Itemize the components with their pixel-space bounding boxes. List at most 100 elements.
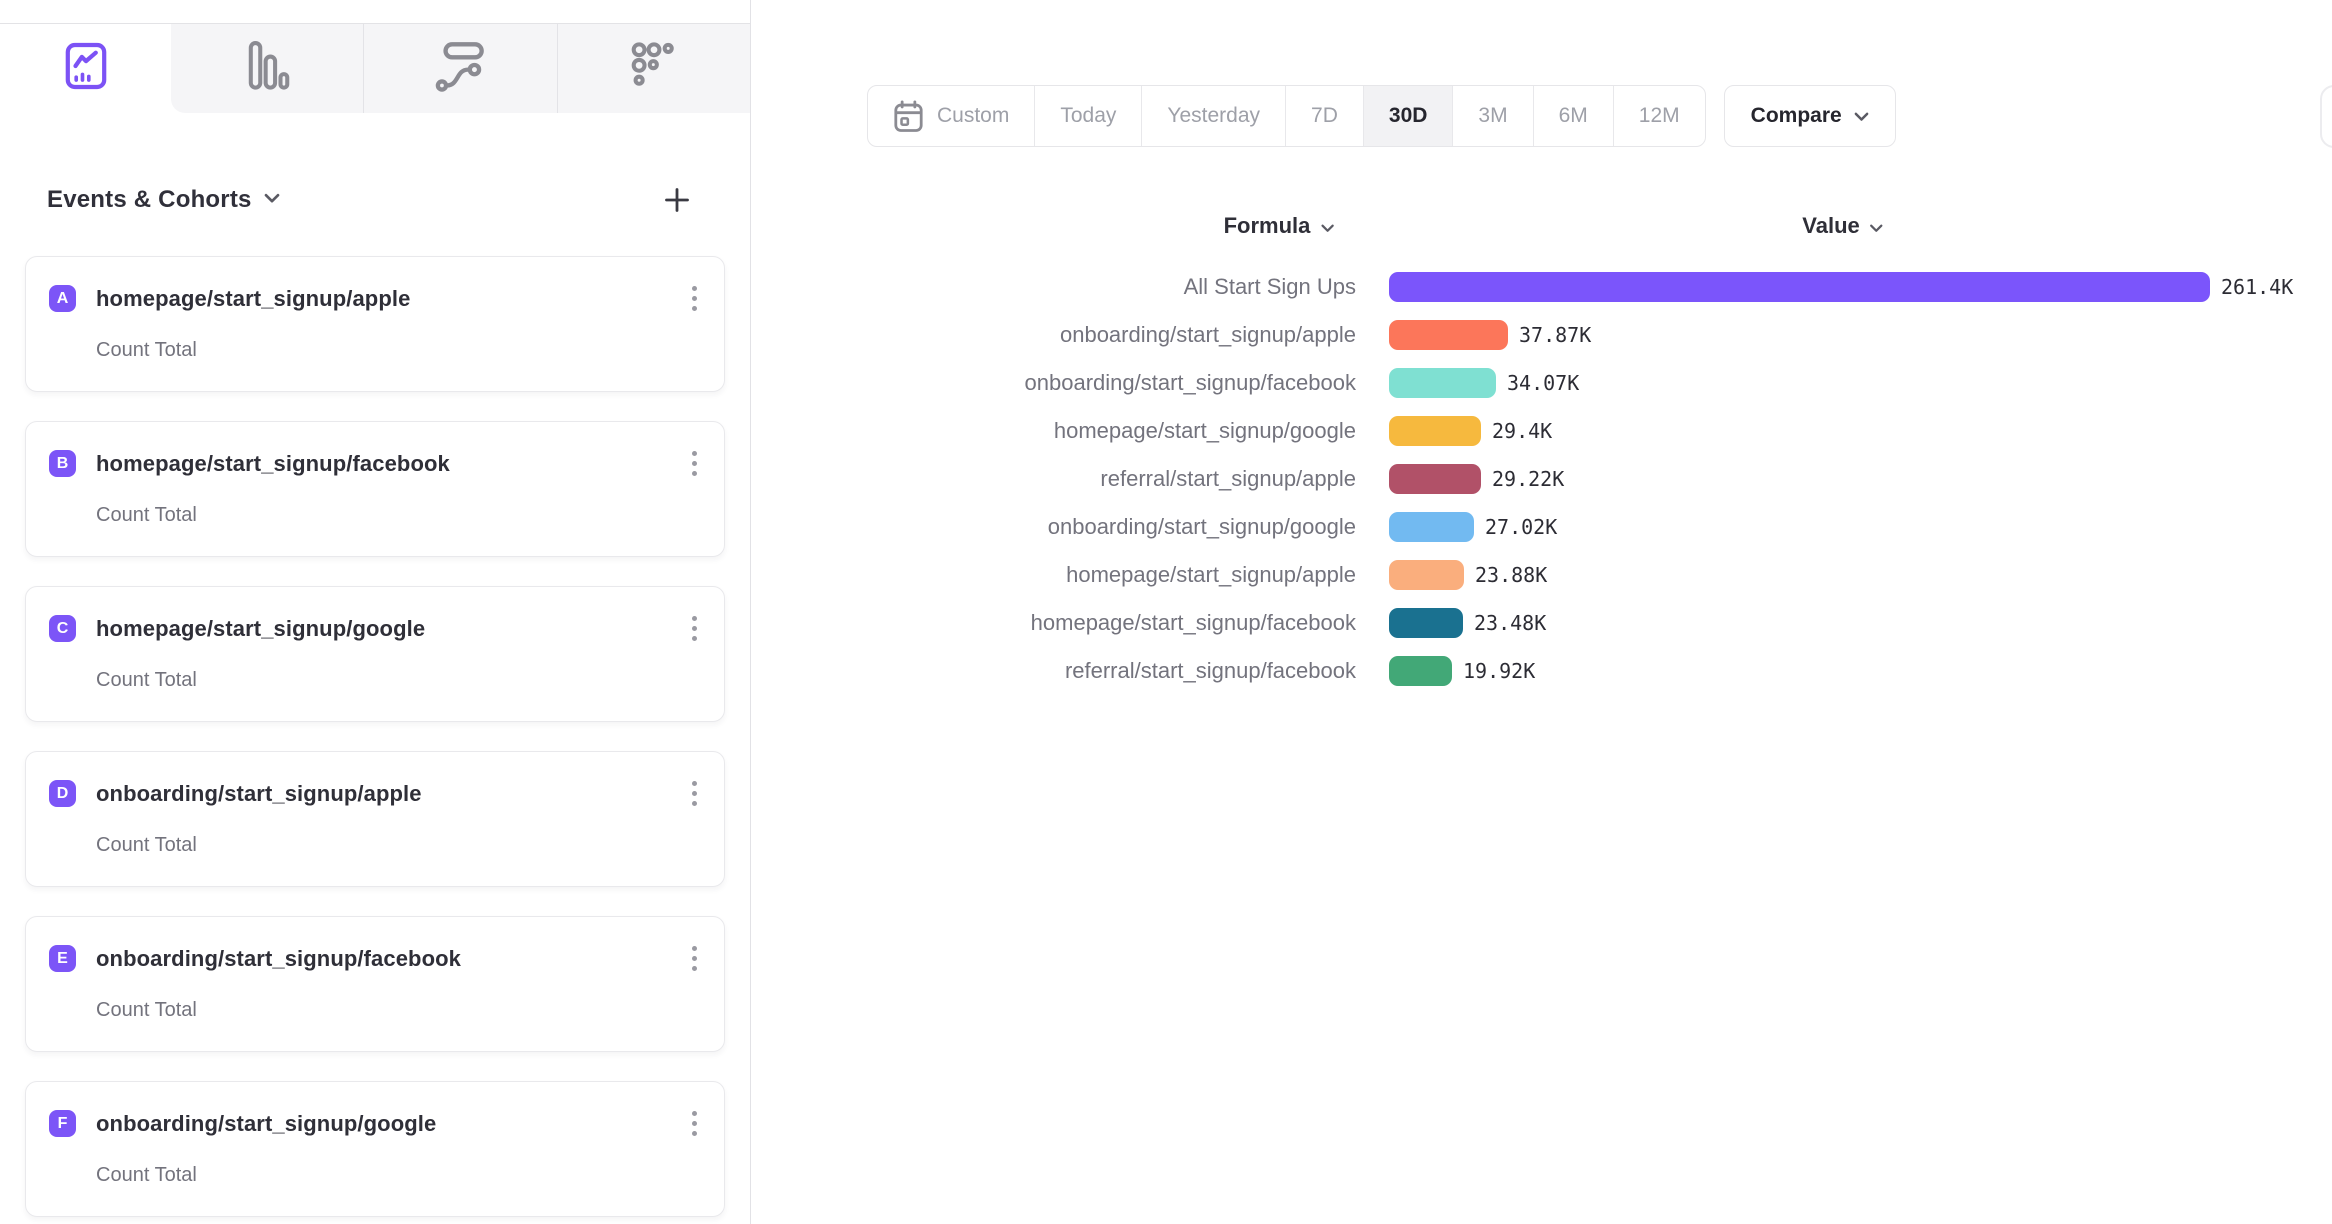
date-toolbar: Custom Today Yesterday 7D 30D: [867, 85, 1896, 147]
chart-row-label[interactable]: homepage/start_signup/apple: [751, 562, 1356, 588]
event-metric[interactable]: Count Total: [96, 504, 197, 527]
chart-row-label[interactable]: onboarding/start_signup/google: [751, 514, 1356, 540]
date-range-label: 3M: [1478, 104, 1507, 128]
chart-bar[interactable]: [1389, 656, 1452, 686]
chart-row-label[interactable]: All Start Sign Ups: [751, 274, 1356, 300]
chart-row: onboarding/start_signup/apple 37.87K: [751, 311, 2332, 359]
chart-row-label[interactable]: homepage/start_signup/facebook: [751, 610, 1356, 636]
inactive-tabs-group: [171, 24, 750, 113]
date-range-option[interactable]: 12M: [1613, 86, 1705, 146]
event-card[interactable]: B homepage/start_signup/facebook Count T…: [25, 421, 725, 557]
event-metric[interactable]: Count Total: [96, 999, 197, 1022]
event-metric[interactable]: Count Total: [96, 669, 197, 692]
bar-chart: All Start Sign Ups 261.4K onboarding/sta…: [751, 263, 2332, 695]
event-metric[interactable]: Count Total: [96, 339, 197, 362]
bar-chart-icon: [244, 39, 290, 98]
kebab-menu-icon[interactable]: [688, 1107, 701, 1140]
chevron-down-icon: [1854, 104, 1869, 128]
date-range-option[interactable]: Custom: [868, 86, 1034, 146]
calendar-icon: [893, 100, 924, 133]
date-range-option[interactable]: Today: [1034, 86, 1141, 146]
tab-bar-report[interactable]: [171, 24, 363, 113]
value-column-header[interactable]: Value: [1802, 213, 1883, 239]
event-letter-badge: B: [49, 450, 76, 477]
date-range-option[interactable]: 7D: [1285, 86, 1363, 146]
chart-bar[interactable]: [1389, 608, 1463, 638]
date-range-label: 12M: [1639, 104, 1680, 128]
kebab-menu-icon[interactable]: [688, 612, 701, 645]
date-range-label: Today: [1060, 104, 1116, 128]
report-type-tabbar: [0, 0, 750, 113]
date-range-selector: Custom Today Yesterday 7D 30D: [867, 85, 1706, 147]
chart-row-label[interactable]: onboarding/start_signup/apple: [751, 322, 1356, 348]
chart-row: homepage/start_signup/apple 23.88K: [751, 551, 2332, 599]
event-metric[interactable]: Count Total: [96, 834, 197, 857]
chart-row-label[interactable]: referral/start_signup/facebook: [751, 658, 1356, 684]
tab-insights[interactable]: [0, 24, 171, 113]
tab-flows[interactable]: [363, 24, 556, 113]
truncated-edge-button[interactable]: [2320, 85, 2332, 148]
chart-bar[interactable]: [1389, 320, 1508, 350]
kebab-menu-icon[interactable]: [688, 942, 701, 975]
chart-bar[interactable]: [1389, 464, 1481, 494]
chart-bar-value: 37.87K: [1519, 323, 1591, 347]
chart-bar-value: 29.22K: [1492, 467, 1564, 491]
formula-column-header[interactable]: Formula: [1224, 213, 1335, 239]
date-range-label: 7D: [1311, 104, 1338, 128]
event-card[interactable]: C homepage/start_signup/google Count Tot…: [25, 586, 725, 722]
date-range-option[interactable]: 30D: [1363, 86, 1453, 146]
retention-dots-icon: [631, 41, 677, 96]
kebab-menu-icon[interactable]: [688, 447, 701, 480]
chart-row: referral/start_signup/apple 29.22K: [751, 455, 2332, 503]
chart-bar-value: 23.48K: [1474, 611, 1546, 635]
date-range-option[interactable]: 3M: [1452, 86, 1532, 146]
chart-bar[interactable]: [1389, 512, 1474, 542]
compare-button[interactable]: Compare: [1724, 85, 1896, 147]
chart-bar[interactable]: [1389, 560, 1464, 590]
chart-bar[interactable]: [1389, 272, 2210, 302]
tab-retention[interactable]: [557, 24, 750, 113]
chart-bar[interactable]: [1389, 416, 1481, 446]
insights-report-app: Events & Cohorts A homepage/start_signup…: [0, 0, 2332, 1224]
chart-row: onboarding/start_signup/facebook 34.07K: [751, 359, 2332, 407]
chart-row-label[interactable]: onboarding/start_signup/facebook: [751, 370, 1356, 396]
event-card[interactable]: D onboarding/start_signup/apple Count To…: [25, 751, 725, 887]
event-title: onboarding/start_signup/google: [96, 1111, 436, 1137]
event-title: homepage/start_signup/facebook: [96, 451, 450, 477]
add-event-button[interactable]: [659, 182, 695, 218]
event-card[interactable]: E onboarding/start_signup/facebook Count…: [25, 916, 725, 1052]
date-range-option[interactable]: 6M: [1533, 86, 1613, 146]
chart-row-label[interactable]: referral/start_signup/apple: [751, 466, 1356, 492]
event-metric[interactable]: Count Total: [96, 1164, 197, 1187]
report-canvas: Custom Today Yesterday 7D 30D: [751, 0, 2332, 1224]
chart-row: onboarding/start_signup/google 27.02K: [751, 503, 2332, 551]
event-card-list: A homepage/start_signup/apple Count Tota…: [25, 256, 725, 1217]
plus-icon: [663, 202, 691, 217]
chevron-down-icon: [1870, 213, 1884, 239]
chart-bar-value: 34.07K: [1507, 371, 1579, 395]
chart-row-label[interactable]: homepage/start_signup/google: [751, 418, 1356, 444]
event-card[interactable]: F onboarding/start_signup/google Count T…: [25, 1081, 725, 1217]
date-range-label: 30D: [1389, 104, 1428, 128]
event-title: homepage/start_signup/google: [96, 616, 425, 642]
date-range-label: Yesterday: [1167, 104, 1260, 128]
chart-bar-value: 29.4K: [1492, 419, 1552, 443]
chart-bar-value: 261.4K: [2221, 275, 2293, 299]
chart-bar[interactable]: [1389, 368, 1496, 398]
flows-icon: [434, 40, 486, 97]
query-sidebar: Events & Cohorts A homepage/start_signup…: [0, 0, 751, 1224]
event-letter-badge: D: [49, 780, 76, 807]
chart-bar-value: 23.88K: [1475, 563, 1547, 587]
kebab-menu-icon[interactable]: [688, 777, 701, 810]
event-card[interactable]: A homepage/start_signup/apple Count Tota…: [25, 256, 725, 392]
chart-row: homepage/start_signup/google 29.4K: [751, 407, 2332, 455]
chart-row: All Start Sign Ups 261.4K: [751, 263, 2332, 311]
event-letter-badge: F: [49, 1110, 76, 1137]
chart-row: homepage/start_signup/facebook 23.48K: [751, 599, 2332, 647]
kebab-menu-icon[interactable]: [688, 282, 701, 315]
insights-line-chart-icon: [65, 42, 107, 95]
event-letter-badge: E: [49, 945, 76, 972]
date-range-option[interactable]: Yesterday: [1141, 86, 1285, 146]
event-title: onboarding/start_signup/apple: [96, 781, 422, 807]
events-cohorts-header[interactable]: Events & Cohorts: [47, 186, 280, 214]
